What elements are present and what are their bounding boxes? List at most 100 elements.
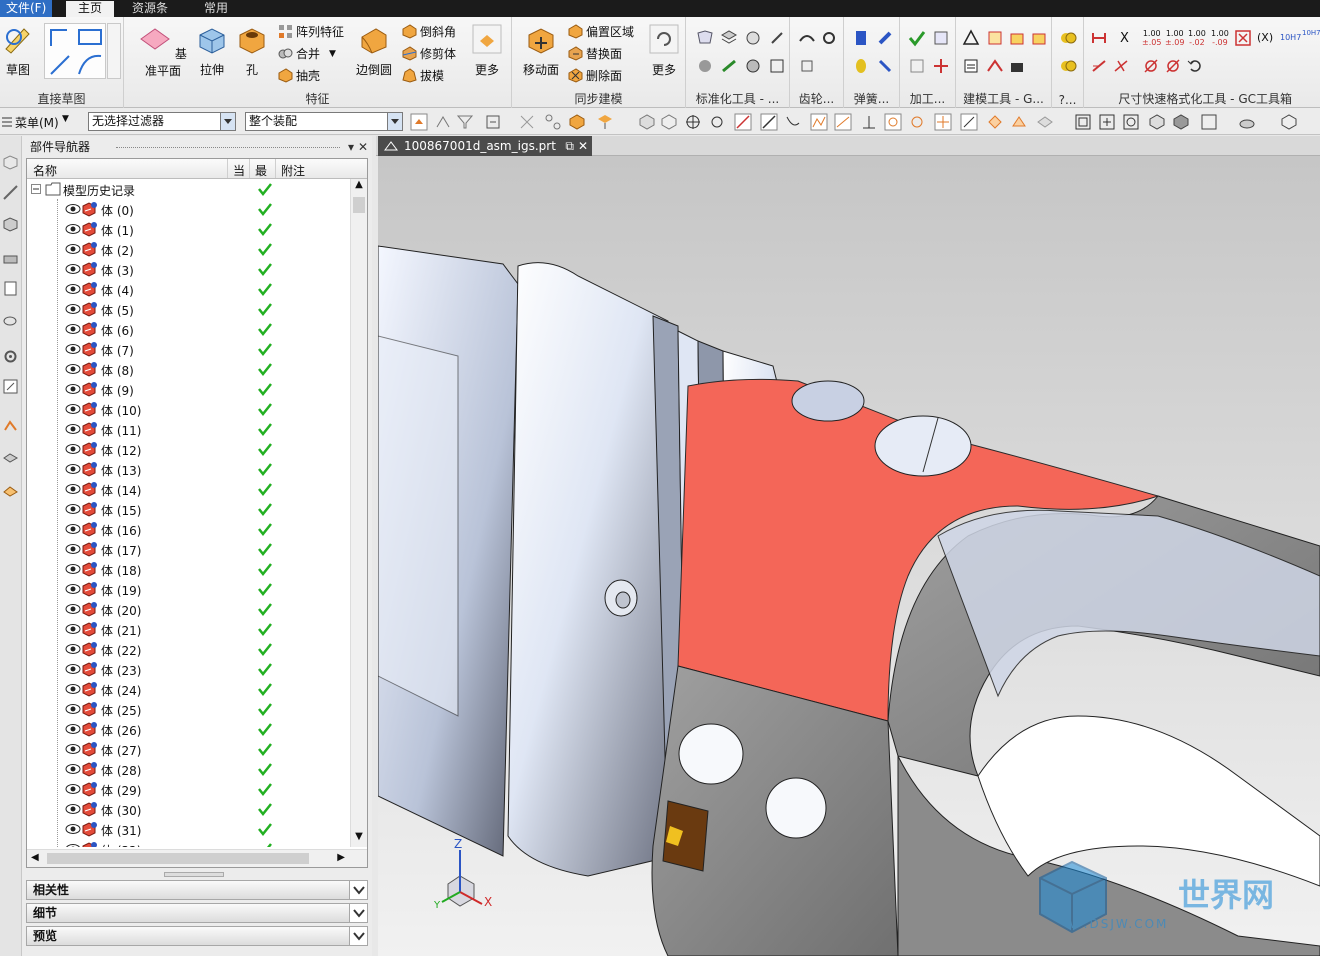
dependencies-panel[interactable]: 相关性: [26, 880, 368, 900]
eye-icon[interactable]: [65, 223, 81, 235]
misc-tool-1-icon[interactable]: [1059, 29, 1077, 47]
tree-item-row[interactable]: 体 (11): [27, 419, 349, 439]
dim-tool-2-icon[interactable]: [1090, 57, 1108, 75]
pattern-feature-button[interactable]: 阵列特征: [278, 23, 344, 40]
dim-format-3-button[interactable]: 1.00 -.02: [1188, 29, 1206, 47]
offset-region-button[interactable]: 偏置区域: [568, 23, 634, 40]
tree-item-row[interactable]: 体 (16): [27, 519, 349, 539]
std-tool-4-icon[interactable]: [768, 29, 786, 47]
std-tool-1-icon[interactable]: [696, 29, 714, 47]
render-style-icon[interactable]: [1148, 113, 1166, 131]
scroll-right-icon[interactable]: ▶: [337, 852, 345, 863]
render-shaded-icon[interactable]: [1172, 113, 1190, 131]
tree-item-row[interactable]: 体 (24): [27, 679, 349, 699]
display-cube-icon[interactable]: [1280, 113, 1298, 131]
eye-icon[interactable]: [65, 483, 81, 495]
eye-icon[interactable]: [65, 543, 81, 555]
select-feature-icon[interactable]: [410, 113, 428, 131]
eye-icon[interactable]: [65, 583, 81, 595]
tree-item-row[interactable]: 体 (9): [27, 379, 349, 399]
view-fit-icon[interactable]: [1074, 113, 1092, 131]
shell-button[interactable]: 抽壳: [278, 67, 320, 84]
tol-10h7-button[interactable]: 10H7: [1280, 33, 1301, 42]
model-tool-7-icon[interactable]: [1008, 57, 1026, 75]
menu-button[interactable]: 菜单(M): [15, 114, 59, 131]
part-navigator-icon[interactable]: [2, 216, 19, 233]
view-cube-1-icon[interactable]: [638, 113, 656, 131]
preview-panel[interactable]: 预览: [26, 926, 368, 946]
file-tab[interactable]: 100867001d_asm_igs.prt ⧉ ✕: [378, 136, 592, 156]
move-face-button[interactable]: 移动面: [518, 23, 564, 78]
snap-bounded-icon[interactable]: [1010, 113, 1028, 131]
spring-tool-2-icon[interactable]: [876, 29, 894, 47]
eye-icon[interactable]: [65, 403, 81, 415]
delete-face-button[interactable]: 删除面: [568, 67, 622, 84]
tree-item-row[interactable]: 体 (19): [27, 579, 349, 599]
snap-control-icon[interactable]: [810, 113, 828, 131]
tree-item-row[interactable]: 体 (12): [27, 439, 349, 459]
snap-arc-center-icon[interactable]: [884, 113, 902, 131]
gear-tool-2-icon[interactable]: [820, 29, 838, 47]
tab-close-icon[interactable]: ✕: [578, 136, 588, 156]
tab-resource-bar[interactable]: 资源条: [114, 0, 186, 17]
snap-center-icon[interactable]: [684, 113, 702, 131]
machining-tool-1-icon[interactable]: [908, 29, 926, 47]
snap-midpoint-icon[interactable]: [760, 113, 778, 131]
tree-item-row[interactable]: 体 (20): [27, 599, 349, 619]
std-tool-7-icon[interactable]: [744, 57, 762, 75]
scroll-up-icon[interactable]: ▲: [351, 179, 367, 195]
tree-root-row[interactable]: 模型历史记录: [27, 179, 349, 199]
eye-icon[interactable]: [65, 803, 81, 815]
graphics-window[interactable]: Z X Y 世界网 W .DSJW.COM: [378, 156, 1320, 956]
scroll-left-icon[interactable]: ◀: [31, 852, 39, 863]
scroll-down-icon[interactable]: ▼: [351, 831, 367, 847]
machining-tool-2-icon[interactable]: [932, 29, 950, 47]
navigator-horizontal-scrollbar[interactable]: ◀ ▶: [27, 849, 367, 867]
collapse-icon[interactable]: [31, 184, 41, 194]
tree-item-row[interactable]: 体 (13): [27, 459, 349, 479]
snap-face-icon[interactable]: [986, 113, 1004, 131]
sketch-button[interactable]: 草图: [2, 23, 34, 78]
eye-icon[interactable]: [65, 743, 81, 755]
view-orient-icon[interactable]: [1200, 113, 1218, 131]
tree-item-row[interactable]: 体 (7): [27, 339, 349, 359]
snap-existing-icon[interactable]: [1036, 113, 1054, 131]
snap-spline-icon[interactable]: [834, 113, 852, 131]
settings-gear-icon[interactable]: [2, 348, 19, 365]
tree-item-row[interactable]: 体 (23): [27, 659, 349, 679]
eye-icon[interactable]: [65, 343, 81, 355]
selection-scope-select[interactable]: 整个装配: [245, 112, 403, 131]
eye-icon[interactable]: [65, 463, 81, 475]
datum-plane-button[interactable]: 基准平面: [138, 23, 188, 79]
details-panel[interactable]: 细节: [26, 903, 368, 923]
eye-icon[interactable]: [65, 783, 81, 795]
web-browser-icon[interactable]: [2, 312, 19, 329]
menu-dropdown-icon[interactable]: ▼: [62, 114, 69, 124]
tree-item-row[interactable]: 体 (8): [27, 359, 349, 379]
tree-item-row[interactable]: 体 (30): [27, 799, 349, 819]
sync-more-button[interactable]: 更多: [646, 23, 682, 78]
diameter-2-icon[interactable]: [1164, 57, 1182, 75]
snap-point-on-curve-icon[interactable]: [960, 113, 978, 131]
tree-item-row[interactable]: 体 (2): [27, 239, 349, 259]
eye-icon[interactable]: [65, 503, 81, 515]
select-connected-icon[interactable]: [544, 113, 562, 131]
eye-icon[interactable]: [65, 663, 81, 675]
triangle-icon[interactable]: [962, 29, 980, 47]
eye-icon[interactable]: [65, 643, 81, 655]
misc-tool-2-icon[interactable]: [1059, 57, 1077, 75]
tree-item-row[interactable]: 体 (6): [27, 319, 349, 339]
column-latest[interactable]: 最: [255, 162, 267, 179]
eye-icon[interactable]: [65, 703, 81, 715]
unite-button[interactable]: 合并 ▼: [278, 45, 336, 62]
selection-filter-select[interactable]: 无选择过滤器: [88, 112, 236, 131]
eye-icon[interactable]: [65, 443, 81, 455]
tab-float-icon[interactable]: ⧉: [565, 136, 574, 156]
select-mode-icon[interactable]: [484, 113, 502, 131]
eye-icon[interactable]: [65, 423, 81, 435]
tree-item-row[interactable]: 体 (15): [27, 499, 349, 519]
snap-endpoint-icon[interactable]: [734, 113, 752, 131]
tree-item-row[interactable]: 体 (29): [27, 779, 349, 799]
eye-icon[interactable]: [65, 243, 81, 255]
draft-button[interactable]: 拔模: [402, 67, 444, 84]
